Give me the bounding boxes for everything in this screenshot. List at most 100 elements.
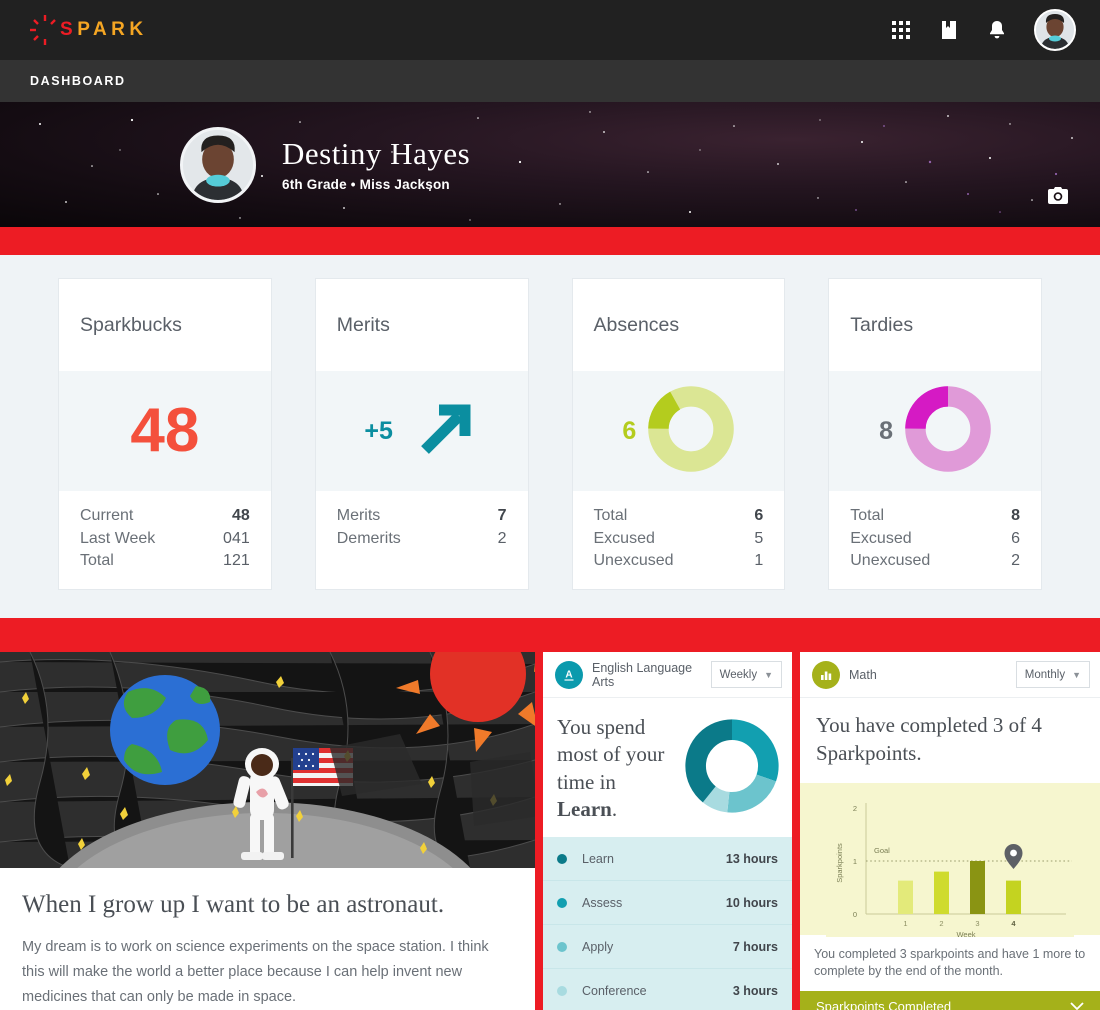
subject-panel-ela[interactable]: A English Language Arts Weekly ▼ You spe… [543,652,792,1010]
math-sparkpoints-bar-chart: 2 1 0 Sparkpoints Goal 1 2 3 4 Week [800,782,1100,939]
detail-label: Total [850,507,885,524]
detail-label: Unexcused [593,552,674,570]
legend-dot-icon [557,853,567,864]
stat-card-title: Tardies [850,313,914,336]
math-subject-name: Math [849,667,877,682]
ela-legend-item-apply[interactable]: Apply 7 hours [543,925,792,970]
detail-label: Last Week [80,529,156,547]
logo-letters-park: PARK [77,19,148,40]
svg-text:Week: Week [956,930,975,937]
detail-value: 2 [1011,552,1020,570]
detail-row: Excused 6 [850,528,1020,551]
ela-subject-icon: A [555,660,583,689]
stat-card-absences[interactable]: Absences 6 Total 6 Excused 5 Unexcused 1 [571,278,786,591]
detail-row: Total 121 [80,550,250,573]
stat-card-header: Merits [315,279,528,371]
math-period-value: Monthly [1024,668,1066,681]
legend-label: Assess [582,895,623,910]
subject-panel-math[interactable]: Math Monthly ▼ You have completed 3 of 4… [800,652,1100,1010]
math-progress-note: You completed 3 sparkpoints and have 1 m… [814,946,1086,979]
ela-legend-item-learn[interactable]: Learn 13 hours [543,837,792,882]
svg-text:2: 2 [939,919,943,928]
legend-dot-icon [557,897,567,908]
detail-row: Unexcused 1 [594,550,764,573]
trend-up-arrow-icon [405,392,479,471]
stat-card-header: Sparkbucks [59,279,271,371]
stat-card-details: Total 6 Excused 5 Unexcused 1 [572,491,785,590]
top-bar-actions [890,9,1076,51]
book-icon[interactable] [938,19,960,41]
stat-card-header: Tardies [829,279,1041,371]
breadcrumb: DASHBOARD [0,60,1100,102]
math-period-dropdown[interactable]: Monthly ▼ [1015,661,1090,689]
detail-label: Excused [593,529,655,547]
student-drawing-image [0,652,535,869]
ela-headline-end: . [611,797,618,822]
detail-row: Current 48 [80,505,250,528]
apps-grid-icon[interactable] [890,19,912,41]
detail-label: Unexcused [850,552,931,570]
chevron-down-icon: ▼ [764,669,773,680]
math-footer-label: Sparkpoints Completed [816,998,952,1010]
detail-value: 6 [754,507,764,524]
detail-row: Total 6 [594,505,764,528]
logo-wordmark: SPARK [60,19,148,41]
ela-period-dropdown[interactable]: Weekly ▼ [710,661,782,689]
detail-row: Unexcused 2 [850,550,1020,573]
content-panel-row: When I grow up I want to be an astronaut… [0,652,1100,1010]
merits-delta-value: +5 [364,416,393,445]
svg-text:1: 1 [903,919,907,928]
stat-card-row: Sparkbucks 48 Current 48 Last Week 041 T… [0,255,1100,619]
bell-icon[interactable] [986,19,1008,41]
legend-dot-icon [557,985,567,996]
stat-card-visual: 8 [829,371,1041,491]
page-title: DASHBOARD [30,74,126,88]
tardies-value: 8 [879,416,894,445]
absences-donut-chart [648,385,735,477]
artwork-caption: When I grow up I want to be an astronaut… [0,868,535,1010]
legend-value: 13 hours [725,851,778,866]
legend-label: Learn [582,851,614,866]
ela-summary: You spend most of your time in Learn. [543,698,792,837]
math-headline: You have completed 3 of 4 Sparkpoints. [816,713,1042,765]
math-footer-expander[interactable]: Sparkpoints Completed [800,991,1100,1010]
stat-card-visual: 6 [572,371,785,491]
detail-row: Excused 5 [594,528,764,551]
absences-value: 6 [622,416,637,445]
detail-value: 041 [223,529,250,547]
student-hero-banner: Destiny Hayes 6th Grade • Miss Jackson [0,102,1100,227]
svg-text:Sparkpoints: Sparkpoints [835,843,844,883]
svg-text:2: 2 [853,804,857,813]
detail-value: 1 [754,552,764,570]
student-avatar[interactable] [180,126,256,203]
svg-text:Goal: Goal [874,846,890,855]
camera-icon[interactable] [1048,187,1068,209]
ela-headline-bold: Learn [557,797,612,822]
ela-subject-name: English Language Arts [592,660,693,689]
ela-period-value: Weekly [719,668,758,681]
spark-logo[interactable]: SPARK [28,13,148,47]
detail-label: Total [593,507,628,524]
stat-card-title: Absences [593,313,680,336]
detail-label: Excused [850,529,912,547]
ela-legend-item-assess[interactable]: Assess 10 hours [543,881,792,926]
artwork-title: When I grow up I want to be an astronaut… [22,891,445,919]
detail-row: Total 8 [850,505,1020,528]
math-subject-icon [812,660,840,689]
avatar[interactable] [1034,9,1076,51]
stat-card-header: Absences [572,279,785,371]
student-artwork-panel[interactable]: When I grow up I want to be an astronaut… [0,652,535,1010]
ela-headline-plain: You spend most of your time in [557,715,665,794]
ela-legend-item-conference[interactable]: Conference 3 hours [543,969,792,1010]
stat-card-merits[interactable]: Merits +5 Merits 7 Demerits 2 [314,278,529,591]
stat-card-sparkbucks[interactable]: Sparkbucks 48 Current 48 Last Week 041 T… [58,278,272,591]
detail-value: 5 [754,529,764,547]
svg-text:0: 0 [853,910,857,919]
detail-row: Last Week 041 [80,528,250,551]
logo-letter-s: S [60,19,78,40]
detail-value: 121 [223,552,250,570]
stat-card-details: Merits 7 Demerits 2 [315,491,528,567]
detail-label: Merits [336,507,381,524]
student-name: Destiny Hayes [282,136,471,172]
stat-card-tardies[interactable]: Tardies 8 Total 8 Excused 6 Unexcused 2 [828,278,1042,591]
